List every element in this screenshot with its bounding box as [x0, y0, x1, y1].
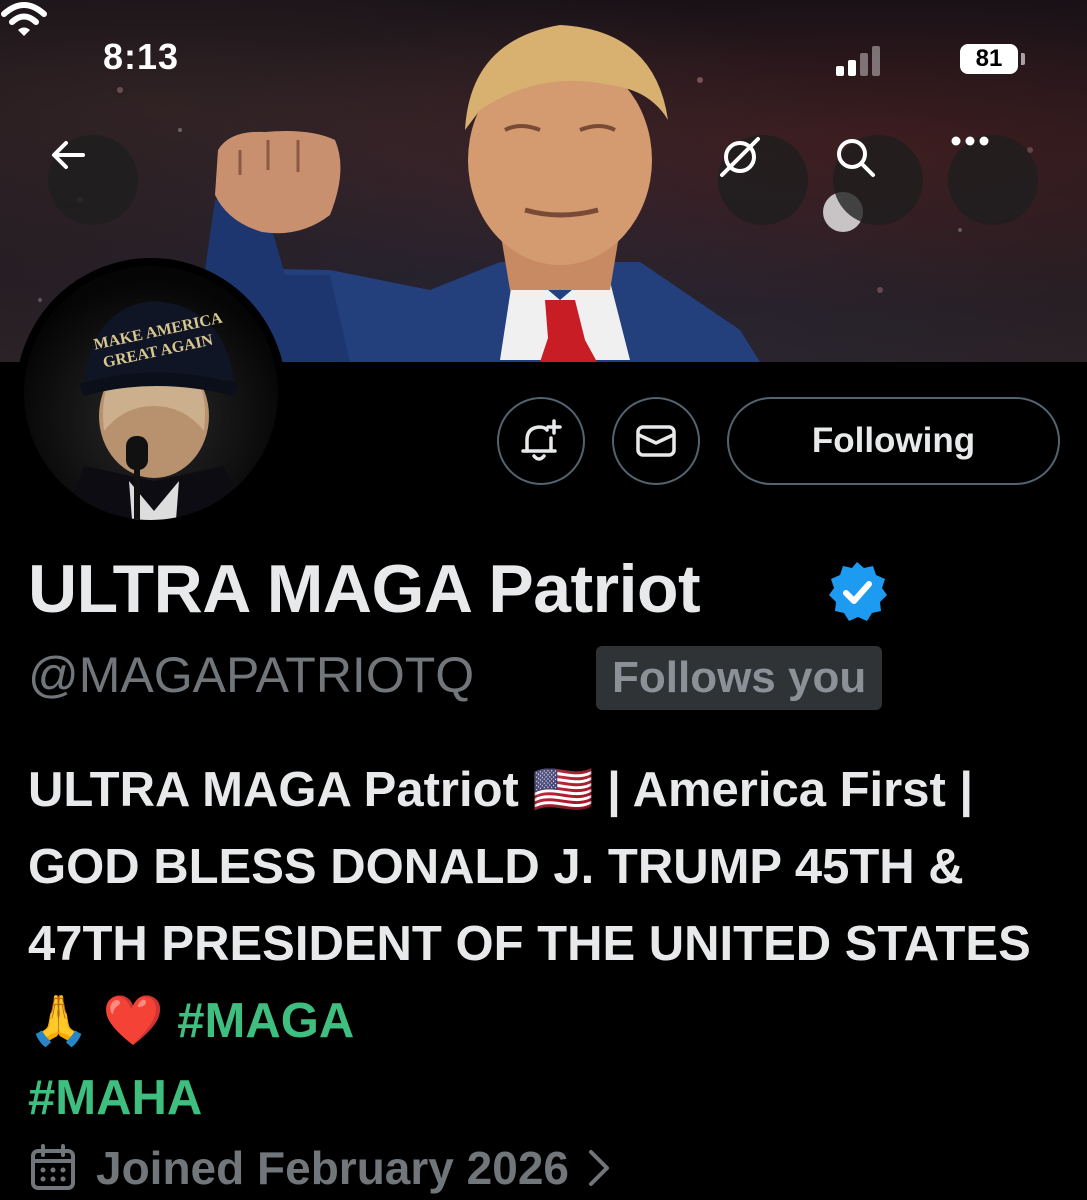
status-bar: 8:13 81 — [0, 0, 1087, 120]
search-icon — [837, 139, 875, 177]
battery-icon: 81 — [960, 44, 1018, 74]
avatar[interactable]: MAKE AMERICA GREAT AGAIN — [16, 258, 286, 528]
envelope-icon — [636, 425, 676, 457]
following-button[interactable]: Following — [727, 397, 1060, 485]
avatar-photo: MAKE AMERICA GREAT AGAIN — [24, 266, 278, 520]
chevron-right-icon — [588, 1150, 609, 1186]
display-name: ULTRA MAGA Patriot — [28, 551, 701, 627]
hashtag-maha[interactable]: #MAHA — [28, 1071, 202, 1125]
wifi-icon — [1, 2, 47, 36]
avatar-image: MAKE AMERICA GREAT AGAIN — [64, 301, 244, 520]
signal-icon — [836, 44, 886, 76]
search-button[interactable] — [833, 135, 923, 225]
grok-icon — [720, 137, 760, 177]
notify-button[interactable] — [497, 397, 585, 485]
arrow-left-icon — [52, 141, 85, 169]
more-icon — [951, 136, 989, 146]
follows-you-badge: Follows you — [596, 646, 883, 710]
profile-bio: ULTRA MAGA Patriot 🇺🇸 | America First | … — [28, 752, 1068, 1137]
battery-tip — [1021, 53, 1025, 65]
more-button[interactable] — [948, 135, 1038, 225]
joined-date[interactable]: Joined February 2026 — [28, 1136, 629, 1200]
joined-label: Joined February 2026 — [96, 1142, 569, 1194]
status-time: 8:13 — [103, 36, 180, 77]
hashtag-maga[interactable]: #MAGA — [177, 994, 354, 1048]
calendar-icon — [31, 1144, 75, 1190]
verified-badge-icon — [829, 562, 887, 621]
message-button[interactable] — [612, 397, 700, 485]
bell-plus-icon — [521, 419, 562, 461]
back-button[interactable] — [48, 135, 138, 225]
username-handle: @MAGAPATRIOTQ — [28, 647, 475, 703]
grok-button[interactable] — [718, 135, 808, 225]
